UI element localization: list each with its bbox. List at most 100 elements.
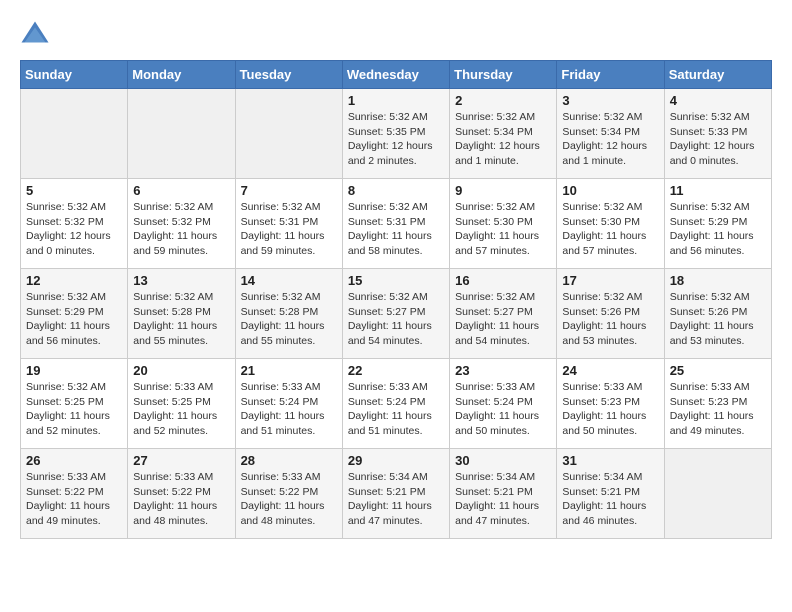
day-info: Sunrise: 5:32 AM Sunset: 5:34 PM Dayligh… — [562, 110, 658, 169]
weekday-header: Friday — [557, 61, 664, 89]
day-number: 26 — [26, 453, 122, 468]
calendar-cell: 10 Sunrise: 5:32 AM Sunset: 5:30 PM Dayli… — [557, 179, 664, 269]
calendar-cell: 2Sunrise: 5:32 AM Sunset: 5:34 PM Daylig… — [450, 89, 557, 179]
day-number: 18 — [670, 273, 766, 288]
day-number: 23 — [455, 363, 551, 378]
calendar-cell — [128, 89, 235, 179]
calendar-cell: 22 Sunrise: 5:33 AM Sunset: 5:24 PM Dayli… — [342, 359, 449, 449]
calendar-cell: 7 Sunrise: 5:32 AM Sunset: 5:31 PM Daylig… — [235, 179, 342, 269]
calendar-cell: 6 Sunrise: 5:32 AM Sunset: 5:32 PM Daylig… — [128, 179, 235, 269]
day-number: 3 — [562, 93, 658, 108]
calendar-cell: 30 Sunrise: 5:34 AM Sunset: 5:21 PM Dayli… — [450, 449, 557, 539]
day-number: 12 — [26, 273, 122, 288]
calendar-week: 1 Sunrise: 5:32 AM Sunset: 5:35 PM Daylig… — [21, 89, 772, 179]
day-number: 11 — [670, 183, 766, 198]
calendar-cell: 14 Sunrise: 5:32 AM Sunset: 5:28 PM Dayli… — [235, 269, 342, 359]
day-info: Sunrise: 5:32 AM Sunset: 5:27 PM Dayligh… — [455, 290, 551, 349]
calendar-header: SundayMondayTuesdayWednesdayThursdayFrid… — [21, 61, 772, 89]
day-info: Sunrise: 5:32 AM Sunset: 5:26 PM Dayligh… — [670, 290, 766, 349]
day-info: Sunrise: 5:33 AM Sunset: 5:22 PM Dayligh… — [133, 470, 229, 529]
day-info: Sunrise: 5:32 AM Sunset: 5:28 PM Dayligh… — [241, 290, 337, 349]
calendar-cell: 26Sunrise: 5:33 AM Sunset: 5:22 PM Dayli… — [21, 449, 128, 539]
logo — [20, 20, 54, 50]
day-info: Sunrise: 5:32 AM Sunset: 5:33 PM Dayligh… — [670, 110, 766, 169]
calendar-week: 5 Sunrise: 5:32 AM Sunset: 5:32 PM Daylig… — [21, 179, 772, 269]
day-number: 2 — [455, 93, 551, 108]
calendar-week: 12Sunrise: 5:32 AM Sunset: 5:29 PM Dayli… — [21, 269, 772, 359]
day-info: Sunrise: 5:33 AM Sunset: 5:23 PM Dayligh… — [562, 380, 658, 439]
calendar-cell: 27 Sunrise: 5:33 AM Sunset: 5:22 PM Dayli… — [128, 449, 235, 539]
day-number: 19 — [26, 363, 122, 378]
calendar-cell: 21Sunrise: 5:33 AM Sunset: 5:24 PM Dayli… — [235, 359, 342, 449]
day-info: Sunrise: 5:32 AM Sunset: 5:31 PM Dayligh… — [348, 200, 444, 259]
calendar-cell — [235, 89, 342, 179]
day-info: Sunrise: 5:33 AM Sunset: 5:24 PM Dayligh… — [455, 380, 551, 439]
calendar-cell: 3 Sunrise: 5:32 AM Sunset: 5:34 PM Daylig… — [557, 89, 664, 179]
calendar-cell: 20 Sunrise: 5:33 AM Sunset: 5:25 PM Dayli… — [128, 359, 235, 449]
day-number: 25 — [670, 363, 766, 378]
calendar-body: 1 Sunrise: 5:32 AM Sunset: 5:35 PM Daylig… — [21, 89, 772, 539]
day-info: Sunrise: 5:33 AM Sunset: 5:24 PM Dayligh… — [241, 380, 337, 439]
weekday-header: Monday — [128, 61, 235, 89]
calendar-cell: 16 Sunrise: 5:32 AM Sunset: 5:27 PM Dayli… — [450, 269, 557, 359]
day-number: 14 — [241, 273, 337, 288]
calendar-cell: 12Sunrise: 5:32 AM Sunset: 5:29 PM Dayli… — [21, 269, 128, 359]
calendar-cell: 24 Sunrise: 5:33 AM Sunset: 5:23 PM Dayli… — [557, 359, 664, 449]
calendar-cell: 9 Sunrise: 5:32 AM Sunset: 5:30 PM Daylig… — [450, 179, 557, 269]
calendar-cell: 19Sunrise: 5:32 AM Sunset: 5:25 PM Dayli… — [21, 359, 128, 449]
day-number: 6 — [133, 183, 229, 198]
day-info: Sunrise: 5:32 AM Sunset: 5:32 PM Dayligh… — [133, 200, 229, 259]
day-number: 28 — [241, 453, 337, 468]
calendar-cell — [21, 89, 128, 179]
day-info: Sunrise: 5:33 AM Sunset: 5:25 PM Dayligh… — [133, 380, 229, 439]
day-info: Sunrise: 5:32 AM Sunset: 5:28 PM Dayligh… — [133, 290, 229, 349]
day-number: 27 — [133, 453, 229, 468]
day-info: Sunrise: 5:34 AM Sunset: 5:21 PM Dayligh… — [562, 470, 658, 529]
calendar-cell: 1 Sunrise: 5:32 AM Sunset: 5:35 PM Daylig… — [342, 89, 449, 179]
day-number: 22 — [348, 363, 444, 378]
day-number: 1 — [348, 93, 444, 108]
day-number: 17 — [562, 273, 658, 288]
day-number: 10 — [562, 183, 658, 198]
day-info: Sunrise: 5:32 AM Sunset: 5:26 PM Dayligh… — [562, 290, 658, 349]
calendar-cell: 17 Sunrise: 5:32 AM Sunset: 5:26 PM Dayli… — [557, 269, 664, 359]
day-info: Sunrise: 5:32 AM Sunset: 5:30 PM Dayligh… — [455, 200, 551, 259]
weekday-header: Sunday — [21, 61, 128, 89]
day-number: 24 — [562, 363, 658, 378]
calendar-cell: 28 Sunrise: 5:33 AM Sunset: 5:22 PM Dayli… — [235, 449, 342, 539]
weekday-header: Saturday — [664, 61, 771, 89]
day-info: Sunrise: 5:32 AM Sunset: 5:30 PM Dayligh… — [562, 200, 658, 259]
day-number: 5 — [26, 183, 122, 198]
page-header — [20, 20, 772, 50]
day-info: Sunrise: 5:33 AM Sunset: 5:22 PM Dayligh… — [241, 470, 337, 529]
day-number: 9 — [455, 183, 551, 198]
day-info: Sunrise: 5:34 AM Sunset: 5:21 PM Dayligh… — [348, 470, 444, 529]
day-info: Sunrise: 5:32 AM Sunset: 5:29 PM Dayligh… — [670, 200, 766, 259]
day-number: 30 — [455, 453, 551, 468]
calendar-cell: 13Sunrise: 5:32 AM Sunset: 5:28 PM Dayli… — [128, 269, 235, 359]
day-info: Sunrise: 5:34 AM Sunset: 5:21 PM Dayligh… — [455, 470, 551, 529]
day-number: 8 — [348, 183, 444, 198]
day-info: Sunrise: 5:33 AM Sunset: 5:23 PM Dayligh… — [670, 380, 766, 439]
day-info: Sunrise: 5:32 AM Sunset: 5:31 PM Dayligh… — [241, 200, 337, 259]
calendar-week: 19Sunrise: 5:32 AM Sunset: 5:25 PM Dayli… — [21, 359, 772, 449]
calendar-cell: 8 Sunrise: 5:32 AM Sunset: 5:31 PM Daylig… — [342, 179, 449, 269]
day-number: 31 — [562, 453, 658, 468]
calendar-cell: 11 Sunrise: 5:32 AM Sunset: 5:29 PM Dayli… — [664, 179, 771, 269]
calendar-cell: 25 Sunrise: 5:33 AM Sunset: 5:23 PM Dayli… — [664, 359, 771, 449]
weekday-header: Wednesday — [342, 61, 449, 89]
day-number: 20 — [133, 363, 229, 378]
day-info: Sunrise: 5:32 AM Sunset: 5:35 PM Dayligh… — [348, 110, 444, 169]
day-number: 16 — [455, 273, 551, 288]
day-number: 4 — [670, 93, 766, 108]
day-number: 29 — [348, 453, 444, 468]
calendar-table: SundayMondayTuesdayWednesdayThursdayFrid… — [20, 60, 772, 539]
calendar-cell: 18 Sunrise: 5:32 AM Sunset: 5:26 PM Dayli… — [664, 269, 771, 359]
day-info: Sunrise: 5:33 AM Sunset: 5:24 PM Dayligh… — [348, 380, 444, 439]
logo-icon — [20, 20, 50, 50]
day-number: 7 — [241, 183, 337, 198]
day-info: Sunrise: 5:32 AM Sunset: 5:27 PM Dayligh… — [348, 290, 444, 349]
calendar-cell: 15Sunrise: 5:32 AM Sunset: 5:27 PM Dayli… — [342, 269, 449, 359]
calendar-cell — [664, 449, 771, 539]
calendar-week: 26 Sunrise: 5:33 AM Sunset: 5:22 PM Dayli… — [21, 449, 772, 539]
